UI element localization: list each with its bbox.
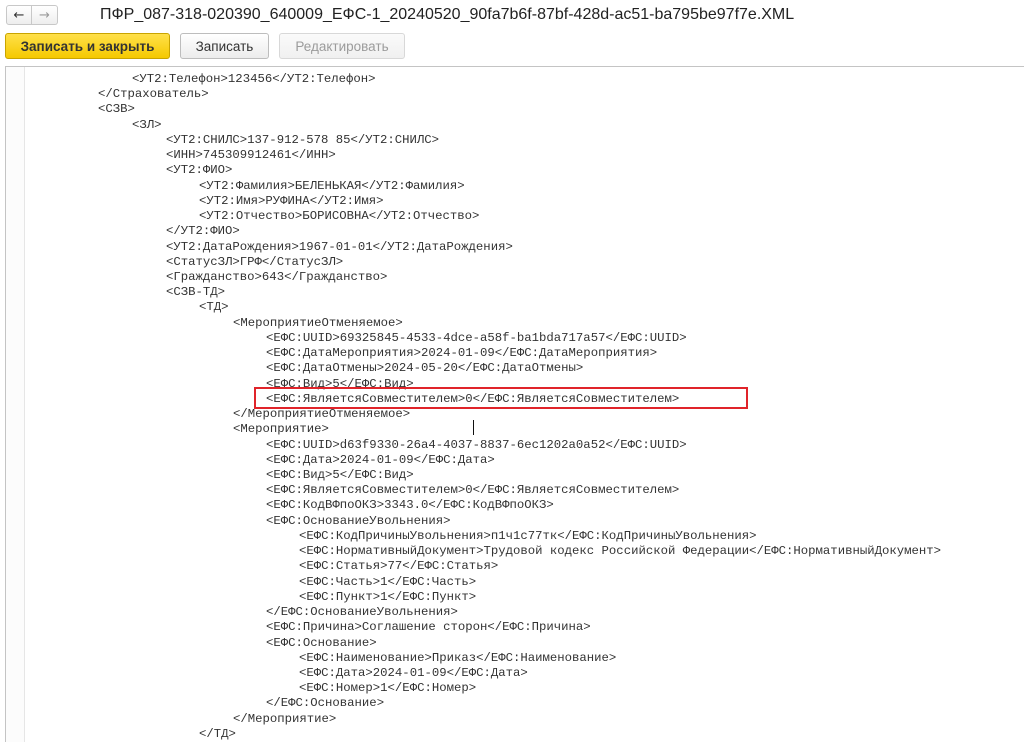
xml-line: <ТД> <box>199 300 229 315</box>
save-and-close-button[interactable]: Записать и закрыть <box>5 33 170 59</box>
xml-line: <ЕФС:UUID>d63f9330-26a4-4037-8837-6ec120… <box>266 437 687 452</box>
xml-line: </Мероприятие> <box>233 711 337 726</box>
window-title: ПФР_087-318-020390_640009_ЕФС-1_20240520… <box>100 6 795 23</box>
xml-line: <УТ2:Отчество>БОРИСОВНА</УТ2:Отчество> <box>199 209 480 224</box>
toolbar: Записать и закрыть Записать Редактироват… <box>0 32 1024 62</box>
xml-line: </ЕФС:Основание> <box>266 696 385 711</box>
xml-line: <ЕФС:Часть>1</ЕФС:Часть> <box>299 574 477 589</box>
arrow-right-icon: → <box>39 7 50 23</box>
xml-line: <ЗЛ> <box>132 117 162 132</box>
xml-line: <ЕФС:КодПричиныУвольнения>п1ч1с77тк</ЕФС… <box>299 528 757 543</box>
xml-line: <Гражданство>643</Гражданство> <box>166 269 388 284</box>
edit-button[interactable]: Редактировать <box>279 33 405 59</box>
xml-line: <ЕФС:Статья>77</ЕФС:Статья> <box>299 559 499 574</box>
xml-line: <УТ2:Имя>РУФИНА</УТ2:Имя> <box>199 193 384 208</box>
xml-line: <УТ2:Телефон>123456</УТ2:Телефон> <box>132 72 376 86</box>
xml-line: <СЗВ> <box>98 102 135 117</box>
xml-line: </МероприятиеОтменяемое> <box>233 407 411 422</box>
highlight-frame <box>254 387 748 409</box>
xml-line: <ЕФС:UUID>69325845-4533-4dce-a58f-ba1bda… <box>266 330 687 345</box>
xml-line: <ЕФС:Дата>2024-01-09</ЕФС:Дата> <box>266 452 495 467</box>
xml-line: <ЕФС:Вид>5</ЕФС:Вид> <box>266 467 414 482</box>
navigation-buttons: ← → <box>6 5 60 27</box>
xml-line: </ТД> <box>199 726 236 741</box>
xml-line: </ЕФС:ОснованиеУвольнения> <box>266 605 458 620</box>
xml-line: <Мероприятие> <box>233 422 329 437</box>
xml-line: <ЕФС:КодВФпоОКЗ>3343.0</ЕФС:КодВФпоОКЗ> <box>266 498 554 513</box>
xml-line: <ЕФС:Пункт>1</ЕФС:Пункт> <box>299 589 477 604</box>
arrow-left-icon: ← <box>13 7 25 23</box>
xml-line: <УТ2:Фамилия>БЕЛЕНЬКАЯ</УТ2:Фамилия> <box>199 178 465 193</box>
xml-line: <УТ2:ДатаРождения>1967-01-01</УТ2:ДатаРо… <box>166 239 513 254</box>
text-cursor <box>473 420 474 435</box>
xml-line: <ЕФС:НормативныйДокумент>Трудовой кодекс… <box>299 544 942 559</box>
xml-line: <СЗВ-ТД> <box>166 285 226 300</box>
title-bar: ← → ПФР_087-318-020390_640009_ЕФС-1_2024… <box>0 0 1024 32</box>
xml-line: <ИНН>745309912461</ИНН> <box>166 148 336 163</box>
xml-line: <ЕФС:Наименование>Приказ</ЕФС:Наименован… <box>299 650 617 665</box>
xml-line: <УТ2:СНИЛС>137-912-578 85</УТ2:СНИЛС> <box>166 132 440 147</box>
xml-line: </УТ2:ФИО> <box>166 224 240 239</box>
xml-line: <МероприятиеОтменяемое> <box>233 315 403 330</box>
xml-document-view[interactable]: <УТ2:Телефон>123456</УТ2:Телефон> </Страх… <box>5 66 1024 742</box>
xml-line: <ЕФС:ДатаОтмены>2024-05-20</ЕФС:ДатаОтме… <box>266 361 584 376</box>
back-button[interactable]: ← <box>6 5 32 25</box>
xml-line: <ЕФС:ОснованиеУвольнения> <box>266 513 451 528</box>
xml-line: </Страхователь> <box>98 87 209 102</box>
xml-line: <ЕФС:Дата>2024-01-09</ЕФС:Дата> <box>299 665 528 680</box>
xml-line: <УТ2:ФИО> <box>166 163 233 178</box>
save-button[interactable]: Записать <box>180 33 269 59</box>
editor-gutter <box>6 67 25 742</box>
xml-line: <ЕФС:Номер>1</ЕФС:Номер> <box>299 681 477 696</box>
xml-line: <ЕФС:ЯвляетсяСовместителем>0</ЕФС:Являет… <box>266 483 680 498</box>
xml-line: <ЕФС:Причина>Соглашение сторон</ЕФС:Прич… <box>266 620 591 635</box>
xml-line: <ЕФС:ДатаМероприятия>2024-01-09</ЕФС:Дат… <box>266 346 658 361</box>
xml-line: <СтатусЗЛ>ГРФ</СтатусЗЛ> <box>166 254 344 269</box>
forward-button[interactable]: → <box>32 5 58 25</box>
xml-line: <ЕФС:Основание> <box>266 635 377 650</box>
